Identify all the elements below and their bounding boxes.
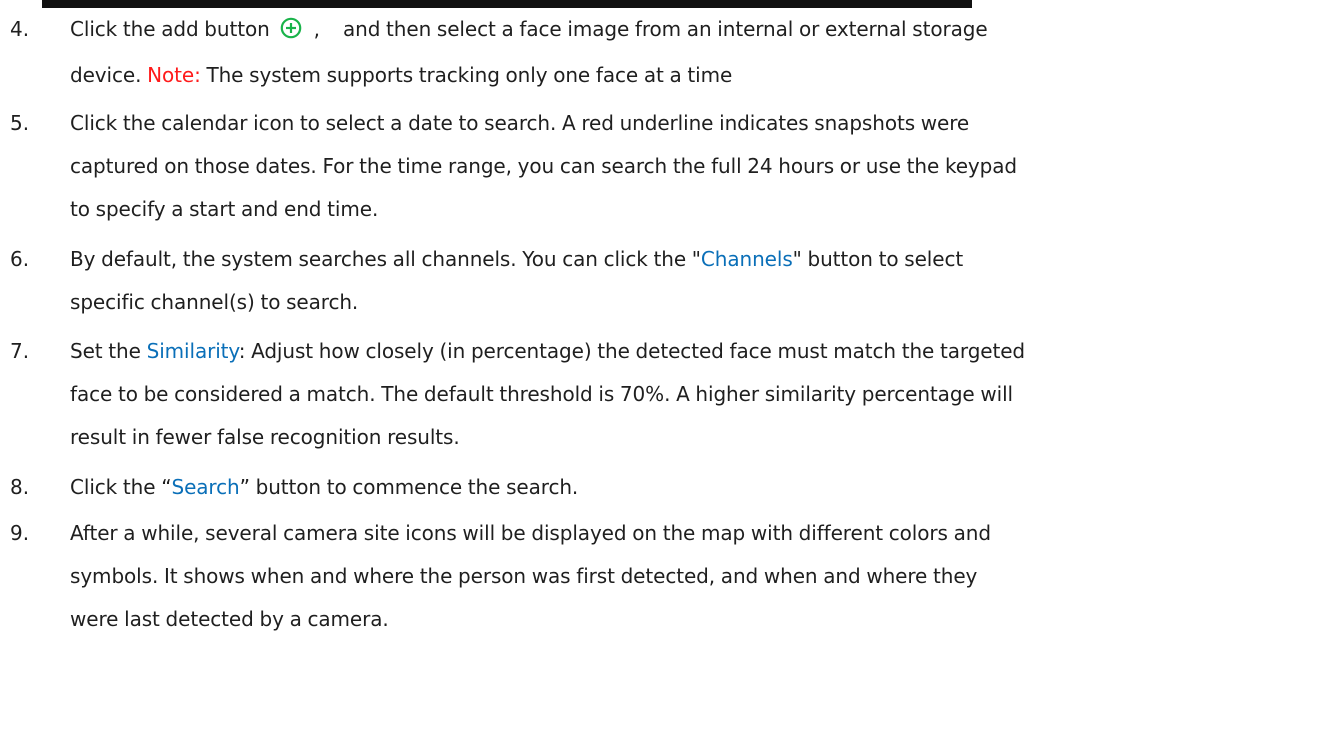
step-text-part: device.	[70, 63, 142, 87]
search-link: Search	[171, 475, 240, 499]
step-text-part: Set the	[70, 339, 147, 363]
step-line: symbols. It shows when and where the per…	[70, 564, 978, 588]
step-text-part: ,	[313, 17, 320, 41]
step-text-part: ” button to commence the search.	[239, 475, 579, 499]
step-text: After a while, several camera site icons…	[70, 512, 1320, 641]
step-line: face to be considered a match. The defau…	[70, 382, 1013, 406]
step-line: By default, the system searches all chan…	[70, 238, 1320, 281]
step-number: 5.	[10, 111, 30, 135]
similarity-link: Similarity	[146, 339, 239, 363]
top-image-border	[42, 0, 972, 8]
step-line: result in fewer false recognition result…	[70, 425, 460, 449]
step-line: to specify a start and end time.	[70, 197, 379, 221]
step-line: Click the calendar icon to select a date…	[70, 111, 970, 135]
step-number: 9.	[10, 521, 30, 545]
step-text-part: Click the add button	[70, 17, 270, 41]
note-label: Note:	[147, 63, 201, 87]
step-text-part: By default, the system searches all chan…	[70, 247, 701, 271]
step-line: Click the “Search” button to commence th…	[70, 466, 1320, 509]
step-line: Click the add button, and then select a …	[70, 8, 1320, 54]
step-text: Click the calendar icon to select a date…	[70, 102, 1320, 231]
step-line: captured on those dates. For the time ra…	[70, 154, 1017, 178]
step-text-part: Click the “	[70, 475, 172, 499]
step-text-part: " button to select	[792, 247, 964, 271]
step-line: were last detected by a camera.	[70, 607, 389, 631]
step-text: Click the “Search” button to commence th…	[70, 466, 1320, 509]
channels-link: Channels	[700, 247, 793, 271]
step-number: 7.	[10, 339, 30, 363]
add-circle-icon	[280, 11, 302, 54]
step-number: 4.	[10, 17, 30, 41]
step-number: 8.	[10, 475, 30, 499]
note-text: The system supports tracking only one fa…	[206, 63, 733, 87]
step-line: After a while, several camera site icons…	[70, 521, 991, 545]
step-text: By default, the system searches all chan…	[70, 238, 1320, 324]
step-text-part: : Adjust how closely (in percentage) the…	[238, 339, 1026, 363]
step-text: Click the add button, and then select a …	[70, 8, 1320, 97]
step-line: specific channel(s) to search.	[70, 290, 359, 314]
step-line: device. Note: The system supports tracki…	[70, 54, 1320, 97]
step-text: Set the Similarity: Adjust how closely (…	[70, 330, 1320, 459]
step-number: 6.	[10, 247, 30, 271]
step-line: Set the Similarity: Adjust how closely (…	[70, 330, 1320, 373]
step-text-part: and then select a face image from an int…	[342, 17, 988, 41]
